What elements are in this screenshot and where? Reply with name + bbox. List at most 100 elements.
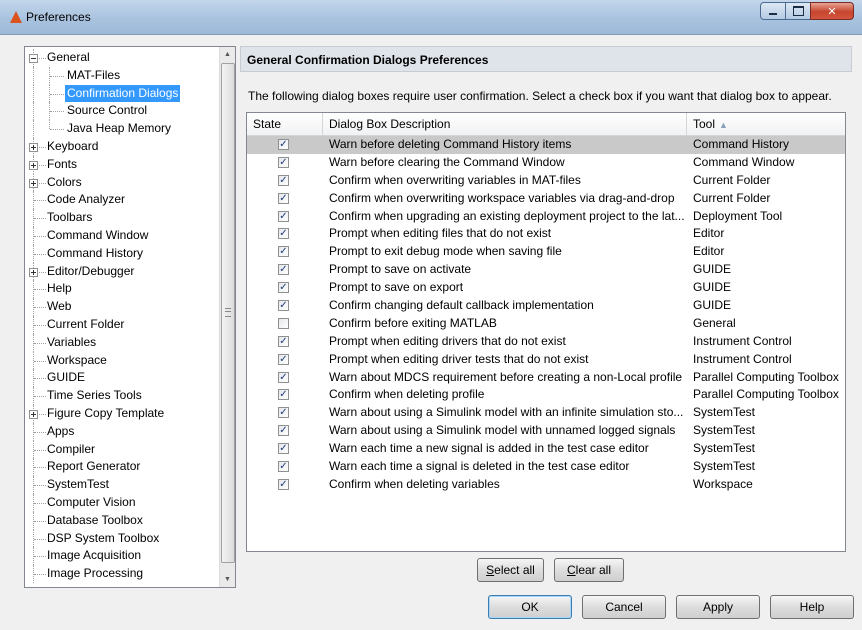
table-row[interactable]: ✓ Confirm when deleting profile Parallel C… [247, 386, 845, 404]
minimize-button[interactable] [760, 2, 786, 20]
table-row[interactable]: ✓ Confirm when deleting variables Workspac… [247, 476, 845, 494]
tree-item[interactable]: Web [25, 298, 221, 316]
clear-all-button[interactable]: Clear all [554, 558, 624, 582]
tree-item[interactable]: Java Heap Memory [25, 120, 221, 138]
table-row[interactable]: Confirm before exiting MATLAB General [247, 315, 845, 333]
state-checkbox[interactable]: ✓ [278, 246, 289, 258]
scroll-down-arrow-icon[interactable]: ▼ [220, 572, 235, 587]
tree-item-label: Command Window [47, 227, 149, 242]
tree-item[interactable]: Image Acquisition [25, 547, 221, 566]
tree-item[interactable]: General [25, 49, 221, 67]
tree-item[interactable]: Code Analyzer [25, 191, 221, 210]
apply-button[interactable]: Apply [676, 595, 760, 619]
expand-plus-icon[interactable] [29, 142, 38, 152]
table-row[interactable]: ✓ Confirm changing default callback imple… [247, 297, 845, 315]
tree-item[interactable]: GUIDE [25, 369, 221, 388]
state-checkbox[interactable]: ✓ [278, 443, 289, 455]
tree-item[interactable]: Source Control [25, 102, 221, 121]
state-checkbox[interactable]: ✓ [278, 371, 289, 383]
tree-item[interactable]: Editor/Debugger [25, 262, 221, 281]
tree-item[interactable]: Variables [25, 333, 221, 352]
state-checkbox[interactable]: ✓ [278, 192, 289, 204]
tree-item[interactable]: Command History [25, 244, 221, 263]
scroll-up-arrow-icon[interactable]: ▲ [220, 47, 235, 62]
tree-item[interactable]: Computer Vision [25, 493, 221, 512]
state-checkbox[interactable]: ✓ [278, 425, 289, 437]
state-checkbox[interactable]: ✓ [278, 461, 289, 473]
tree-item[interactable]: Toolbars [25, 209, 221, 227]
maximize-button[interactable] [785, 2, 811, 20]
table-row[interactable]: ✓ Prompt to save on export GUIDE [247, 279, 845, 297]
state-checkbox[interactable]: ✓ [278, 353, 289, 365]
column-header-tool[interactable]: Tool ▲ [687, 113, 845, 135]
tree-item[interactable]: Image Processing [25, 565, 221, 583]
table-row[interactable]: ✓ Prompt when editing driver tests that d… [247, 351, 845, 369]
tree-item[interactable]: Figure Copy Template [25, 404, 221, 423]
tree-item[interactable]: Database Toolbox [25, 511, 221, 530]
tree-item-label: Web [47, 299, 72, 314]
tree-item[interactable]: Fonts [25, 155, 221, 174]
table-row[interactable]: ✓ Warn about using a Simulink model with … [247, 404, 845, 422]
expand-plus-icon[interactable] [29, 178, 38, 188]
tree-item[interactable]: Help [25, 280, 221, 299]
state-checkbox[interactable]: ✓ [278, 300, 289, 312]
table-row[interactable]: ✓ Confirm when upgrading an existing depl… [247, 208, 845, 226]
table-row[interactable]: ✓ Warn before clearing the Command Window… [247, 154, 845, 172]
state-checkbox[interactable]: ✓ [278, 228, 289, 240]
column-header-description[interactable]: Dialog Box Description [323, 113, 687, 135]
tree-item[interactable]: DSP System Toolbox [25, 529, 221, 548]
state-checkbox[interactable]: ✓ [278, 139, 289, 150]
tree-item[interactable]: Colors [25, 173, 221, 192]
help-button[interactable]: Help [770, 595, 854, 619]
tree-guide-line [49, 120, 50, 130]
title-bar[interactable]: Preferences ✕ [0, 0, 862, 35]
column-header-state[interactable]: State [247, 113, 323, 135]
table-row[interactable]: ✓ Warn each time a signal is deleted in t… [247, 458, 845, 476]
state-checkbox[interactable]: ✓ [278, 282, 289, 294]
tree-scrollbar[interactable]: ▲ ▼ [219, 47, 235, 587]
close-button[interactable]: ✕ [810, 2, 854, 20]
expand-plus-icon[interactable] [29, 267, 38, 277]
state-checkbox[interactable]: ✓ [278, 389, 289, 401]
expand-plus-icon[interactable] [29, 409, 38, 419]
state-checkbox[interactable]: ✓ [278, 174, 289, 186]
table-row[interactable]: ✓ Confirm when overwriting variables in M… [247, 172, 845, 190]
cancel-button[interactable]: Cancel [582, 595, 666, 619]
table-row[interactable]: ✓ Confirm when overwriting workspace vari… [247, 190, 845, 208]
state-checkbox[interactable]: ✓ [278, 407, 289, 419]
ok-button[interactable]: OK [488, 595, 572, 619]
tool-name: Current Folder [693, 190, 771, 205]
table-row[interactable]: ✓ Warn about using a Simulink model with … [247, 422, 845, 440]
tree-item[interactable]: MAT-Files [25, 66, 221, 85]
select-all-button[interactable]: Select all [477, 558, 544, 582]
preferences-tree[interactable]: General MAT-Files Confirmation Dialogs Sour… [24, 46, 236, 588]
tool-name: SystemTest [693, 459, 756, 474]
tree-item[interactable]: Confirmation Dialogs [25, 84, 221, 103]
tree-item[interactable]: Report Generator [25, 458, 221, 477]
table-row[interactable]: ✓ Prompt when editing files that do not e… [247, 225, 845, 243]
state-checkbox[interactable] [278, 317, 289, 329]
tree-item[interactable]: Apps [25, 422, 221, 441]
tree-item[interactable]: Compiler [25, 440, 221, 459]
scrollbar-thumb[interactable] [221, 63, 235, 563]
collapse-minus-icon[interactable] [29, 54, 38, 63]
tree-item[interactable]: Time Series Tools [25, 387, 221, 405]
state-checkbox[interactable]: ✓ [278, 156, 289, 168]
table-row[interactable]: ✓ Prompt to save on activate GUIDE [247, 261, 845, 279]
tree-item[interactable]: SystemTest [25, 476, 221, 494]
state-checkbox[interactable]: ✓ [278, 264, 289, 276]
tree-item[interactable]: Workspace [25, 351, 221, 370]
tree-item[interactable]: Command Window [25, 226, 221, 245]
table-row[interactable]: ✓ Warn each time a new signal is added in… [247, 440, 845, 458]
state-checkbox[interactable]: ✓ [278, 210, 289, 222]
table-body: ✓ Warn before deleting Command History it… [247, 136, 845, 494]
state-checkbox[interactable]: ✓ [278, 335, 289, 347]
table-row[interactable]: ✓ Warn before deleting Command History it… [247, 136, 845, 154]
tree-item[interactable]: Keyboard [25, 137, 221, 156]
expand-plus-icon[interactable] [29, 160, 38, 170]
tree-item[interactable]: Current Folder [25, 315, 221, 334]
table-row[interactable]: ✓ Warn about MDCS requirement before crea… [247, 369, 845, 387]
table-row[interactable]: ✓ Prompt when editing drivers that do not… [247, 333, 845, 351]
state-checkbox[interactable]: ✓ [278, 478, 289, 490]
table-row[interactable]: ✓ Prompt to exit debug mode when saving f… [247, 243, 845, 261]
